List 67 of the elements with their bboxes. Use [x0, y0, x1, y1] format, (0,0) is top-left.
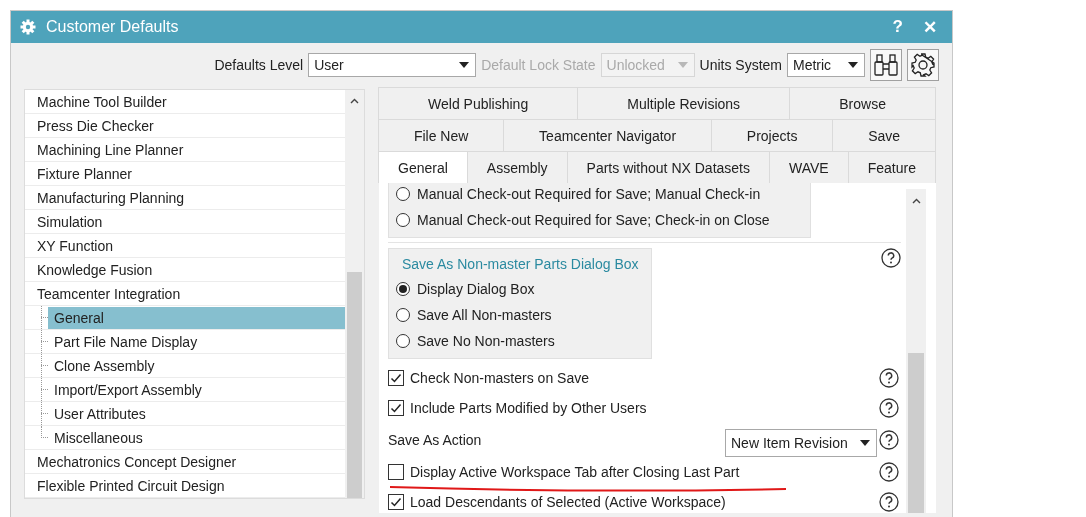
scrollbar-thumb[interactable]: [347, 272, 362, 498]
field-label: Default Lock State: [481, 56, 596, 73]
tree-item[interactable]: Fixture Planner: [31, 162, 345, 185]
scroll-up-icon[interactable]: [350, 98, 359, 104]
tree-item[interactable]: Clone Assembly: [48, 354, 345, 377]
tree-item[interactable]: Import/Export Assembly: [48, 378, 345, 401]
tab[interactable]: File New: [378, 119, 505, 151]
tree-item[interactable]: Mechatronics Concept Designer: [31, 450, 345, 473]
gear-icon: [20, 19, 36, 35]
help-icon[interactable]: [879, 398, 899, 418]
help-icon[interactable]: [879, 430, 899, 450]
tab[interactable]: General: [378, 151, 468, 183]
dropdown-caret-icon: [860, 440, 870, 446]
tree-item[interactable]: General: [48, 306, 345, 329]
help-icon[interactable]: [879, 492, 899, 512]
tab[interactable]: Weld Publishing: [378, 87, 579, 119]
dropdown-caret-icon: [459, 61, 470, 68]
tree-item[interactable]: Knowledge Fusion: [31, 258, 345, 281]
radio-button[interactable]: [396, 308, 410, 322]
field-label: Save As Action: [388, 432, 482, 448]
window-title: Customer Defaults: [46, 18, 180, 36]
help-icon[interactable]: [879, 462, 899, 482]
scroll-up-icon[interactable]: [911, 198, 921, 204]
tree-item[interactable]: Manufacturing Planning: [31, 186, 345, 209]
dropdown-caret-icon: [677, 61, 688, 68]
defaults-level-dropdown[interactable]: User: [308, 52, 477, 77]
tab[interactable]: Feature: [847, 151, 936, 183]
checkbox-label: Load Descendants of Selected (Active Workspace): [410, 494, 726, 510]
group-title: Save As Non-master Parts Dialog Box: [402, 255, 639, 274]
radio-button[interactable]: [396, 282, 410, 296]
checkbox[interactable]: [388, 370, 404, 386]
tree-item[interactable]: Miscellaneous: [48, 426, 345, 449]
radio-button[interactable]: [396, 334, 410, 348]
tree-item[interactable]: User Attributes: [48, 402, 345, 425]
checkbox[interactable]: [388, 464, 404, 480]
option-label: Save All Non-masters: [417, 307, 552, 323]
binoculars-button[interactable]: [870, 48, 902, 81]
units-system-dropdown[interactable]: Metric: [787, 52, 865, 77]
option-label: Manual Check-out Required for Save; Check-in on Close: [417, 212, 770, 228]
checkbox-label: Include Parts Modified by Other Users: [410, 400, 647, 416]
field-label: Units System: [699, 56, 782, 73]
checkbox-label: Display Active Workspace Tab after Closing Last Part: [410, 464, 740, 480]
tree-item[interactable]: Flexible Printed Circuit Design: [31, 474, 345, 497]
dropdown-caret-icon: [848, 61, 858, 68]
checkbox[interactable]: [388, 494, 404, 510]
help-icon[interactable]: [879, 368, 899, 388]
tree-item[interactable]: XY Function: [31, 234, 345, 257]
settings-button[interactable]: [907, 48, 939, 81]
option-label: Display Dialog Box: [417, 281, 535, 297]
option-label: Manual Check-out Required for Save; Manual Check-in: [417, 186, 761, 202]
help-icon[interactable]: [881, 248, 901, 268]
tree-item[interactable]: Machining Line Planner: [31, 138, 345, 161]
tree-item[interactable]: Teamcenter Integration: [31, 282, 345, 305]
checkbox[interactable]: [388, 400, 404, 416]
tree-item[interactable]: Simulation: [31, 210, 345, 233]
tree-item[interactable]: Machine Tool Builder: [31, 90, 345, 113]
tree-item[interactable]: Press Die Checker: [31, 114, 345, 137]
save-action-dropdown[interactable]: New Item Revision: [725, 429, 877, 457]
tab[interactable]: Save: [832, 119, 936, 151]
tree-item[interactable]: Part File Name Display: [48, 330, 345, 353]
option-label: Save No Non-masters: [417, 333, 555, 349]
radio-button[interactable]: [396, 187, 410, 201]
tab[interactable]: Browse: [789, 87, 936, 119]
checkbox-label: Check Non-masters on Save: [410, 370, 589, 386]
field-label: Defaults Level: [214, 56, 304, 73]
scrollbar-thumb[interactable]: [908, 353, 924, 513]
radio-button[interactable]: [396, 213, 410, 227]
